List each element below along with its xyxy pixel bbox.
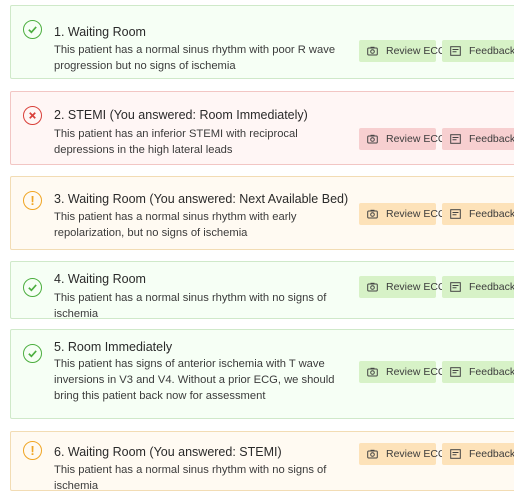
- check-circle-icon: [23, 278, 42, 297]
- camera-icon: [367, 449, 378, 459]
- feedback-button[interactable]: Feedback: [442, 276, 514, 298]
- result-title: 6. Waiting Room (You answered: STEMI): [54, 445, 282, 459]
- result-title: 3. Waiting Room (You answered: Next Avai…: [54, 192, 349, 206]
- message-icon: [450, 449, 461, 459]
- feedback-button[interactable]: Feedback: [442, 128, 514, 150]
- result-title: 4. Waiting Room: [54, 272, 146, 286]
- feedback-button[interactable]: Feedback: [442, 443, 514, 465]
- result-description: This patient has a normal sinus rhythm w…: [54, 211, 297, 239]
- result-description: This patient has a normal sinus rhythm w…: [54, 44, 336, 72]
- camera-icon: [367, 134, 378, 144]
- review-ecg-label: Review ECG: [386, 366, 447, 378]
- message-icon: [450, 282, 461, 292]
- review-ecg-label: Review ECG: [386, 448, 447, 460]
- review-ecg-button[interactable]: Review ECG: [359, 128, 446, 150]
- check-circle-icon: [23, 20, 42, 39]
- exclamation-circle-icon: !: [23, 441, 42, 460]
- feedback-label: Feedback: [469, 208, 514, 220]
- x-circle-icon: [23, 106, 42, 125]
- message-icon: [450, 367, 461, 377]
- review-ecg-label: Review ECG: [386, 133, 447, 145]
- feedback-label: Feedback: [469, 448, 514, 460]
- result-card: 2. STEMI (You answered: Room Immediately…: [10, 91, 514, 165]
- feedback-button[interactable]: Feedback: [442, 40, 514, 62]
- exclamation-circle-icon: !: [23, 191, 42, 210]
- feedback-label: Feedback: [469, 366, 514, 378]
- review-ecg-button[interactable]: Review ECG: [359, 203, 446, 225]
- result-description: This patient has an inferior STEMI with …: [54, 128, 298, 156]
- feedback-label: Feedback: [469, 45, 514, 57]
- review-ecg-button[interactable]: Review ECG: [359, 361, 446, 383]
- message-icon: [450, 209, 461, 219]
- result-card: ! 6. Waiting Room (You answered: STEMI) …: [10, 431, 514, 492]
- review-ecg-button[interactable]: Review ECG: [359, 276, 446, 298]
- message-icon: [450, 134, 461, 144]
- camera-icon: [367, 209, 378, 219]
- feedback-label: Feedback: [469, 281, 514, 293]
- review-ecg-label: Review ECG: [386, 208, 447, 220]
- review-ecg-button[interactable]: Review ECG: [359, 40, 446, 62]
- message-icon: [450, 46, 461, 56]
- review-ecg-button[interactable]: Review ECG: [359, 443, 446, 465]
- check-circle-icon: [23, 344, 42, 363]
- review-ecg-label: Review ECG: [386, 45, 447, 57]
- feedback-button[interactable]: Feedback: [442, 361, 514, 383]
- result-title: 5. Room Immediately: [54, 340, 173, 354]
- result-card: 5. Room Immediately This patient has sig…: [10, 329, 514, 419]
- camera-icon: [367, 367, 378, 377]
- result-title: 1. Waiting Room: [54, 25, 146, 39]
- result-card: ! 3. Waiting Room (You answered: Next Av…: [10, 176, 514, 250]
- feedback-button[interactable]: Feedback: [442, 203, 514, 225]
- result-card: 1. Waiting Room This patient has a norma…: [10, 5, 514, 79]
- result-title: 2. STEMI (You answered: Room Immediately…: [54, 108, 308, 122]
- camera-icon: [367, 282, 378, 292]
- result-description: This patient has a normal sinus rhythm w…: [54, 292, 327, 320]
- camera-icon: [367, 46, 378, 56]
- result-card: 4. Waiting Room This patient has a norma…: [10, 261, 514, 320]
- result-description: This patient has signs of anterior ische…: [54, 358, 335, 402]
- feedback-label: Feedback: [469, 133, 514, 145]
- result-description: This patient has a normal sinus rhythm w…: [54, 464, 327, 492]
- review-ecg-label: Review ECG: [386, 281, 447, 293]
